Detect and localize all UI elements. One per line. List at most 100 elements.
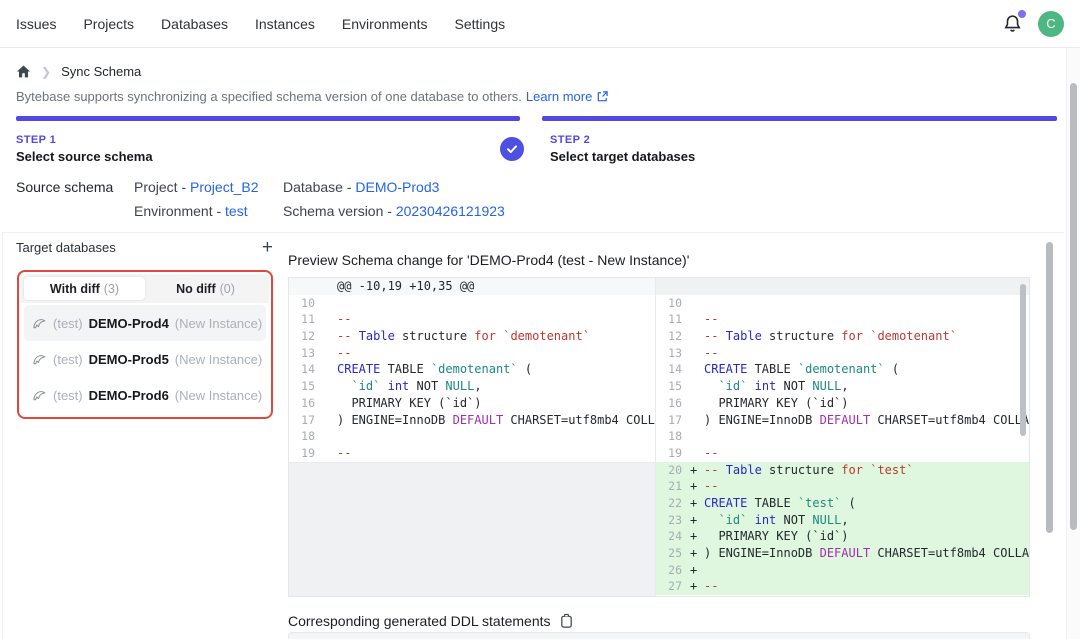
- diff-line: 16 PRIMARY KEY (`id`): [656, 395, 1030, 412]
- step2[interactable]: STEP 2 Select target databases: [550, 134, 695, 164]
- line-number: 15: [656, 378, 690, 395]
- diff-line: 19--: [289, 445, 655, 462]
- field-value-link[interactable]: test: [225, 203, 248, 219]
- diff-prefix: [690, 445, 704, 462]
- line-number: 16: [656, 395, 690, 412]
- line-number: 11: [289, 311, 323, 328]
- diff-line: 15 `id` int NOT NULL,: [656, 378, 1030, 395]
- field-label: Environment -: [134, 203, 225, 219]
- line-number: 17: [289, 412, 323, 429]
- copy-icon[interactable]: [559, 613, 574, 629]
- field-value-link[interactable]: Project_B2: [190, 179, 258, 195]
- field-label: Database -: [283, 179, 355, 195]
- source-schema-fields: Project - Project_B2Database - DEMO-Prod…: [134, 179, 505, 219]
- diff-prefix: +: [690, 478, 704, 495]
- diff-prefix: [690, 345, 704, 362]
- line-number: 14: [656, 361, 690, 378]
- intro-text: Bytebase supports synchronizing a specif…: [16, 89, 609, 104]
- line-number: 14: [289, 361, 323, 378]
- diff-prefix: [323, 278, 337, 295]
- diff-line: 23+ `id` int NOT NULL,: [656, 512, 1030, 529]
- content-scrollbar[interactable]: [1046, 242, 1053, 533]
- diff-line: 13 --: [656, 345, 1030, 362]
- nav-item-projects[interactable]: Projects: [83, 16, 134, 32]
- code-text: --: [704, 311, 1030, 328]
- nav-item-environments[interactable]: Environments: [342, 16, 428, 32]
- nav-item-settings[interactable]: Settings: [455, 16, 506, 32]
- target-db-item-demo-prod6[interactable]: (test)DEMO-Prod6(New Instance): [24, 377, 266, 413]
- db-name: DEMO-Prod5: [89, 352, 169, 367]
- code-text: --: [704, 445, 1030, 462]
- mysql-icon: [32, 317, 47, 330]
- field-value-link[interactable]: DEMO-Prod3: [355, 179, 439, 195]
- diff-tabs: With diff(3)No diff(0): [21, 274, 269, 303]
- notifications-button[interactable]: [1002, 13, 1024, 35]
- diff-pane-modified: 1011--12-- Table structure for `demotena…: [656, 278, 1030, 596]
- db-environment: (test): [53, 352, 83, 367]
- add-target-database-button[interactable]: +: [262, 241, 273, 255]
- home-icon[interactable]: [16, 64, 31, 79]
- diff-left-filler: [289, 462, 655, 596]
- diff-line: 14CREATE TABLE `demotenant` (: [656, 361, 1030, 378]
- code-text: --: [704, 345, 1030, 362]
- breadcrumb-separator: ❯: [41, 65, 51, 79]
- diff-prefix: +: [690, 578, 704, 595]
- target-db-item-demo-prod4[interactable]: (test)DEMO-Prod4(New Instance): [24, 305, 266, 341]
- diff-line: 14CREATE TABLE `demotenant` (: [289, 361, 655, 378]
- source-field-schema-version: Schema version - 20230426121923: [283, 203, 505, 219]
- mysql-icon: [32, 353, 47, 366]
- line-number: 10: [656, 295, 690, 312]
- step2-label: Select target databases: [550, 149, 695, 164]
- nav-item-databases[interactable]: Databases: [161, 16, 228, 32]
- target-db-item-demo-prod5[interactable]: (test)DEMO-Prod5(New Instance): [24, 341, 266, 377]
- nav-item-instances[interactable]: Instances: [255, 16, 315, 32]
- diff-prefix: [323, 345, 337, 362]
- ddl-header: Corresponding generated DDL statements: [288, 613, 574, 629]
- page-title: Sync Schema: [61, 64, 141, 79]
- diff-line: 21+--: [656, 478, 1030, 495]
- diff-prefix: [690, 412, 704, 429]
- code-text: ) ENGINE=InnoDB DEFAULT CHARSET=utf8mb4 …: [704, 545, 1030, 562]
- diff-prefix: [323, 378, 337, 395]
- window-scrollbar[interactable]: [1070, 83, 1077, 530]
- target-databases-box: With diff(3)No diff(0) (test)DEMO-Prod4(…: [17, 270, 273, 419]
- line-number: 22: [656, 495, 690, 512]
- diff-prefix: [323, 311, 337, 328]
- diff-prefix: +: [690, 462, 704, 479]
- top-nav: Issues Projects Databases Instances Environm…: [0, 0, 1080, 48]
- db-suffix: (New Instance): [175, 316, 262, 331]
- source-schema-label: Source schema: [16, 179, 113, 195]
- learn-more-link[interactable]: Learn more: [526, 89, 592, 104]
- code-text: ) ENGINE=InnoDB DEFAULT CHARSET=utf8mb4 …: [337, 412, 655, 429]
- avatar[interactable]: C: [1038, 11, 1064, 37]
- diff-line: 17 ) ENGINE=InnoDB DEFAULT CHARSET=utf8mb…: [289, 412, 655, 429]
- external-link-icon: [596, 90, 609, 103]
- nav-item-issues[interactable]: Issues: [16, 16, 56, 32]
- step2-kicker: STEP 2: [550, 134, 695, 146]
- code-text: --: [337, 345, 655, 362]
- diff-prefix: [690, 311, 704, 328]
- nav-menu: Issues Projects Databases Instances Environm…: [16, 16, 505, 32]
- step2-progress-bar: [542, 116, 1057, 121]
- diff-prefix: +: [690, 545, 704, 562]
- tab-with-diff[interactable]: With diff(3): [24, 277, 145, 300]
- code-text: [704, 295, 1030, 312]
- diff-line: 18: [656, 428, 1030, 445]
- diff-prefix: [323, 412, 337, 429]
- diff-line: 19--: [656, 445, 1030, 462]
- diff-line: 26+: [656, 562, 1030, 579]
- diff-scrollbar[interactable]: [1020, 284, 1026, 436]
- tab-no-diff[interactable]: No diff(0): [145, 277, 266, 300]
- step1[interactable]: STEP 1 Select source schema: [16, 134, 153, 164]
- field-value-link[interactable]: 20230426121923: [396, 203, 505, 219]
- code-text: [704, 428, 1030, 445]
- code-text: CREATE TABLE `test` (: [704, 495, 1030, 512]
- tab-label: No diff: [176, 282, 216, 296]
- diff-pane-original: @@ -10,19 +10,35 @@1011--12-- Table stru…: [289, 278, 656, 596]
- line-number: 16: [289, 395, 323, 412]
- source-field-database: Database - DEMO-Prod3: [283, 179, 505, 195]
- diff-line: 24+ PRIMARY KEY (`id`): [656, 528, 1030, 545]
- tab-count: (3): [104, 282, 119, 296]
- code-text: [337, 295, 655, 312]
- line-number: 13: [656, 345, 690, 362]
